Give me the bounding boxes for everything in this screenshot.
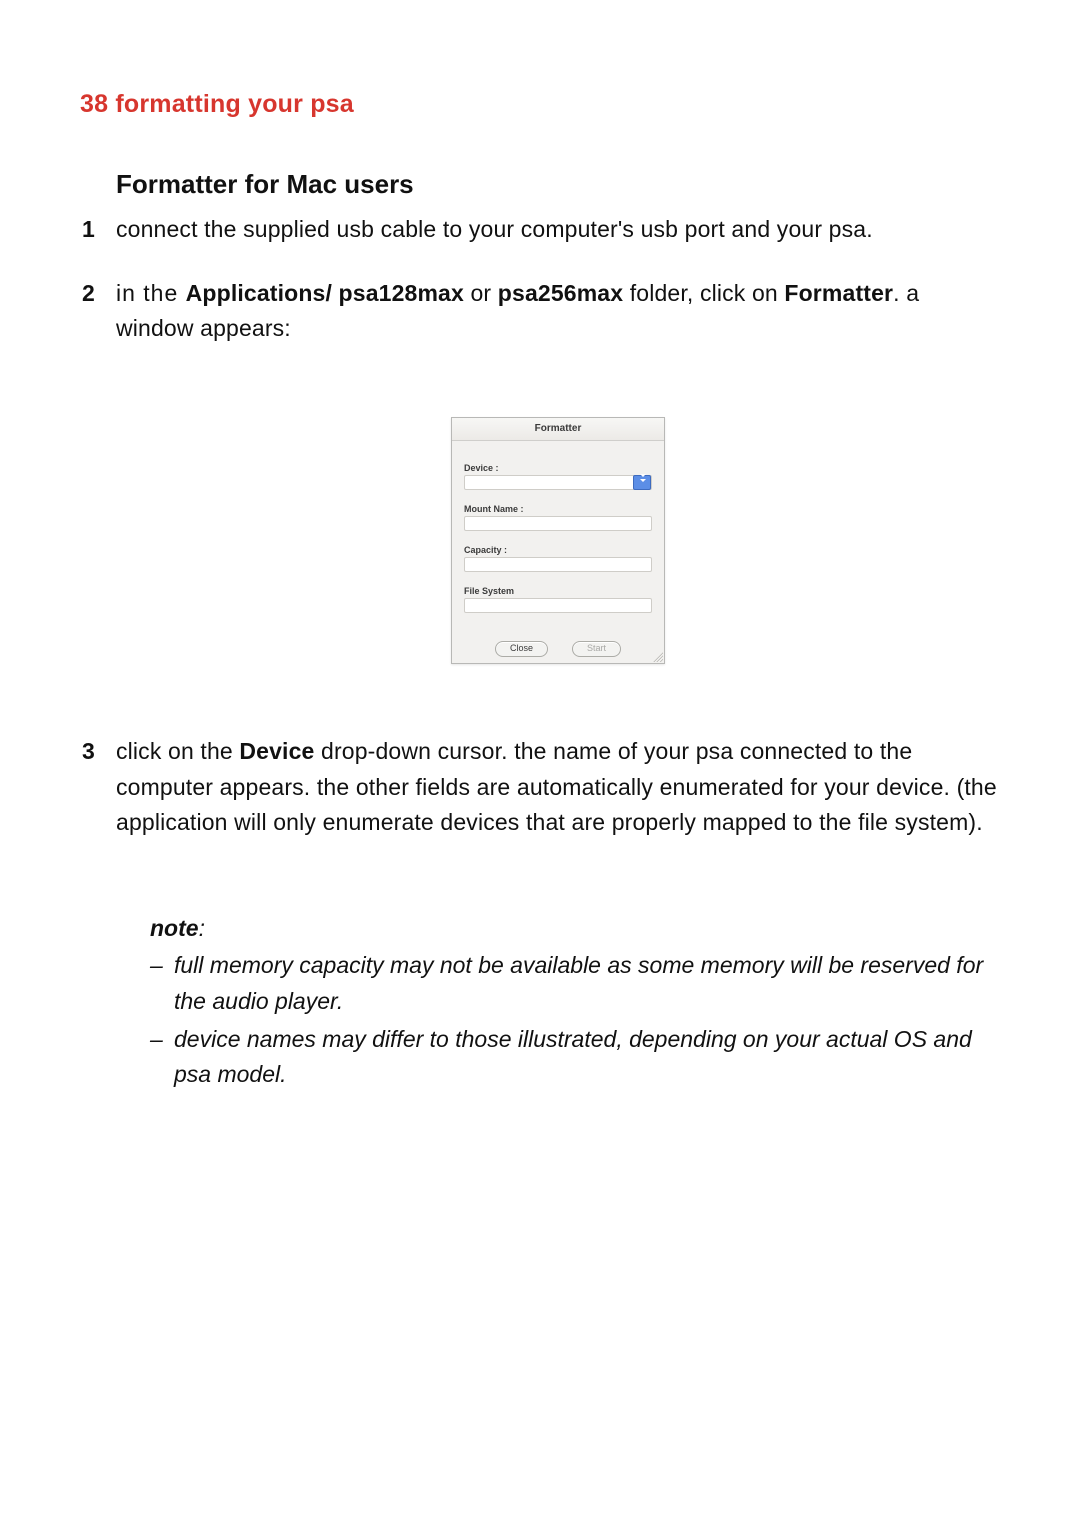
text-fragment: click on the xyxy=(116,738,239,764)
subheading: Formatter for Mac users xyxy=(116,169,1000,200)
window-button-row: Close Start xyxy=(452,619,664,663)
step-1: 1 connect the supplied usb cable to your… xyxy=(82,212,1000,248)
device-field: Device : xyxy=(464,463,652,490)
text-bold-formatter: Formatter xyxy=(784,280,893,306)
start-button[interactable]: Start xyxy=(572,641,621,657)
capacity-input[interactable] xyxy=(464,557,652,572)
text-bold-applications: Applications/ psa128max xyxy=(186,280,464,306)
formatter-window-illustration: Formatter Device : Mount Name : Capacity… xyxy=(116,417,1000,664)
mount-name-label: Mount Name : xyxy=(464,504,652,514)
text-fragment: in the xyxy=(116,280,186,306)
text-fragment: or xyxy=(464,280,498,306)
mount-name-field: Mount Name : xyxy=(464,504,652,531)
capacity-field: Capacity : xyxy=(464,545,652,572)
device-label: Device : xyxy=(464,463,652,473)
step-number: 3 xyxy=(82,734,116,770)
close-button[interactable]: Close xyxy=(495,641,548,657)
content-area: Formatter for Mac users 1 connect the su… xyxy=(80,169,1000,1093)
step-3: 3 click on the Device drop-down cursor. … xyxy=(82,734,1000,841)
page-header: 38 formatting your psa xyxy=(80,90,1000,119)
notes-block: note: – full memory capacity may not be … xyxy=(116,911,1000,1093)
file-system-field: File System xyxy=(464,586,652,613)
step-text: click on the Device drop-down cursor. th… xyxy=(116,734,1000,841)
device-dropdown[interactable] xyxy=(464,475,652,490)
dash-icon: – xyxy=(150,1022,174,1093)
step-2: 2 in the Applications/ psa128max or psa2… xyxy=(82,276,1000,347)
formatter-window: Formatter Device : Mount Name : Capacity… xyxy=(451,417,665,664)
note-head-word: note xyxy=(150,915,199,941)
window-titlebar: Formatter xyxy=(452,418,664,441)
file-system-label: File System xyxy=(464,586,652,596)
step-number: 1 xyxy=(82,212,116,248)
note-item-1: – full memory capacity may not be availa… xyxy=(150,948,1000,1019)
note-head-colon: : xyxy=(199,915,205,941)
dash-icon: – xyxy=(150,948,174,1019)
text-bold-psa256max: psa256max xyxy=(498,280,623,306)
window-title: Formatter xyxy=(535,423,582,434)
file-system-input[interactable] xyxy=(464,598,652,613)
mount-name-input[interactable] xyxy=(464,516,652,531)
step-text: connect the supplied usb cable to your c… xyxy=(116,212,1000,248)
text-fragment: folder, click on xyxy=(623,280,784,306)
note-text: device names may differ to those illustr… xyxy=(174,1022,1000,1093)
note-text: full memory capacity may not be availabl… xyxy=(174,948,1000,1019)
step-text: in the Applications/ psa128max or psa256… xyxy=(116,276,1000,347)
note-heading: note: xyxy=(150,911,1000,947)
text-bold-device: Device xyxy=(239,738,314,764)
resize-grip-icon[interactable] xyxy=(652,651,663,662)
step-number: 2 xyxy=(82,276,116,312)
window-body: Device : Mount Name : Capacity : File Sy… xyxy=(452,441,664,619)
capacity-label: Capacity : xyxy=(464,545,652,555)
note-item-2: – device names may differ to those illus… xyxy=(150,1022,1000,1093)
